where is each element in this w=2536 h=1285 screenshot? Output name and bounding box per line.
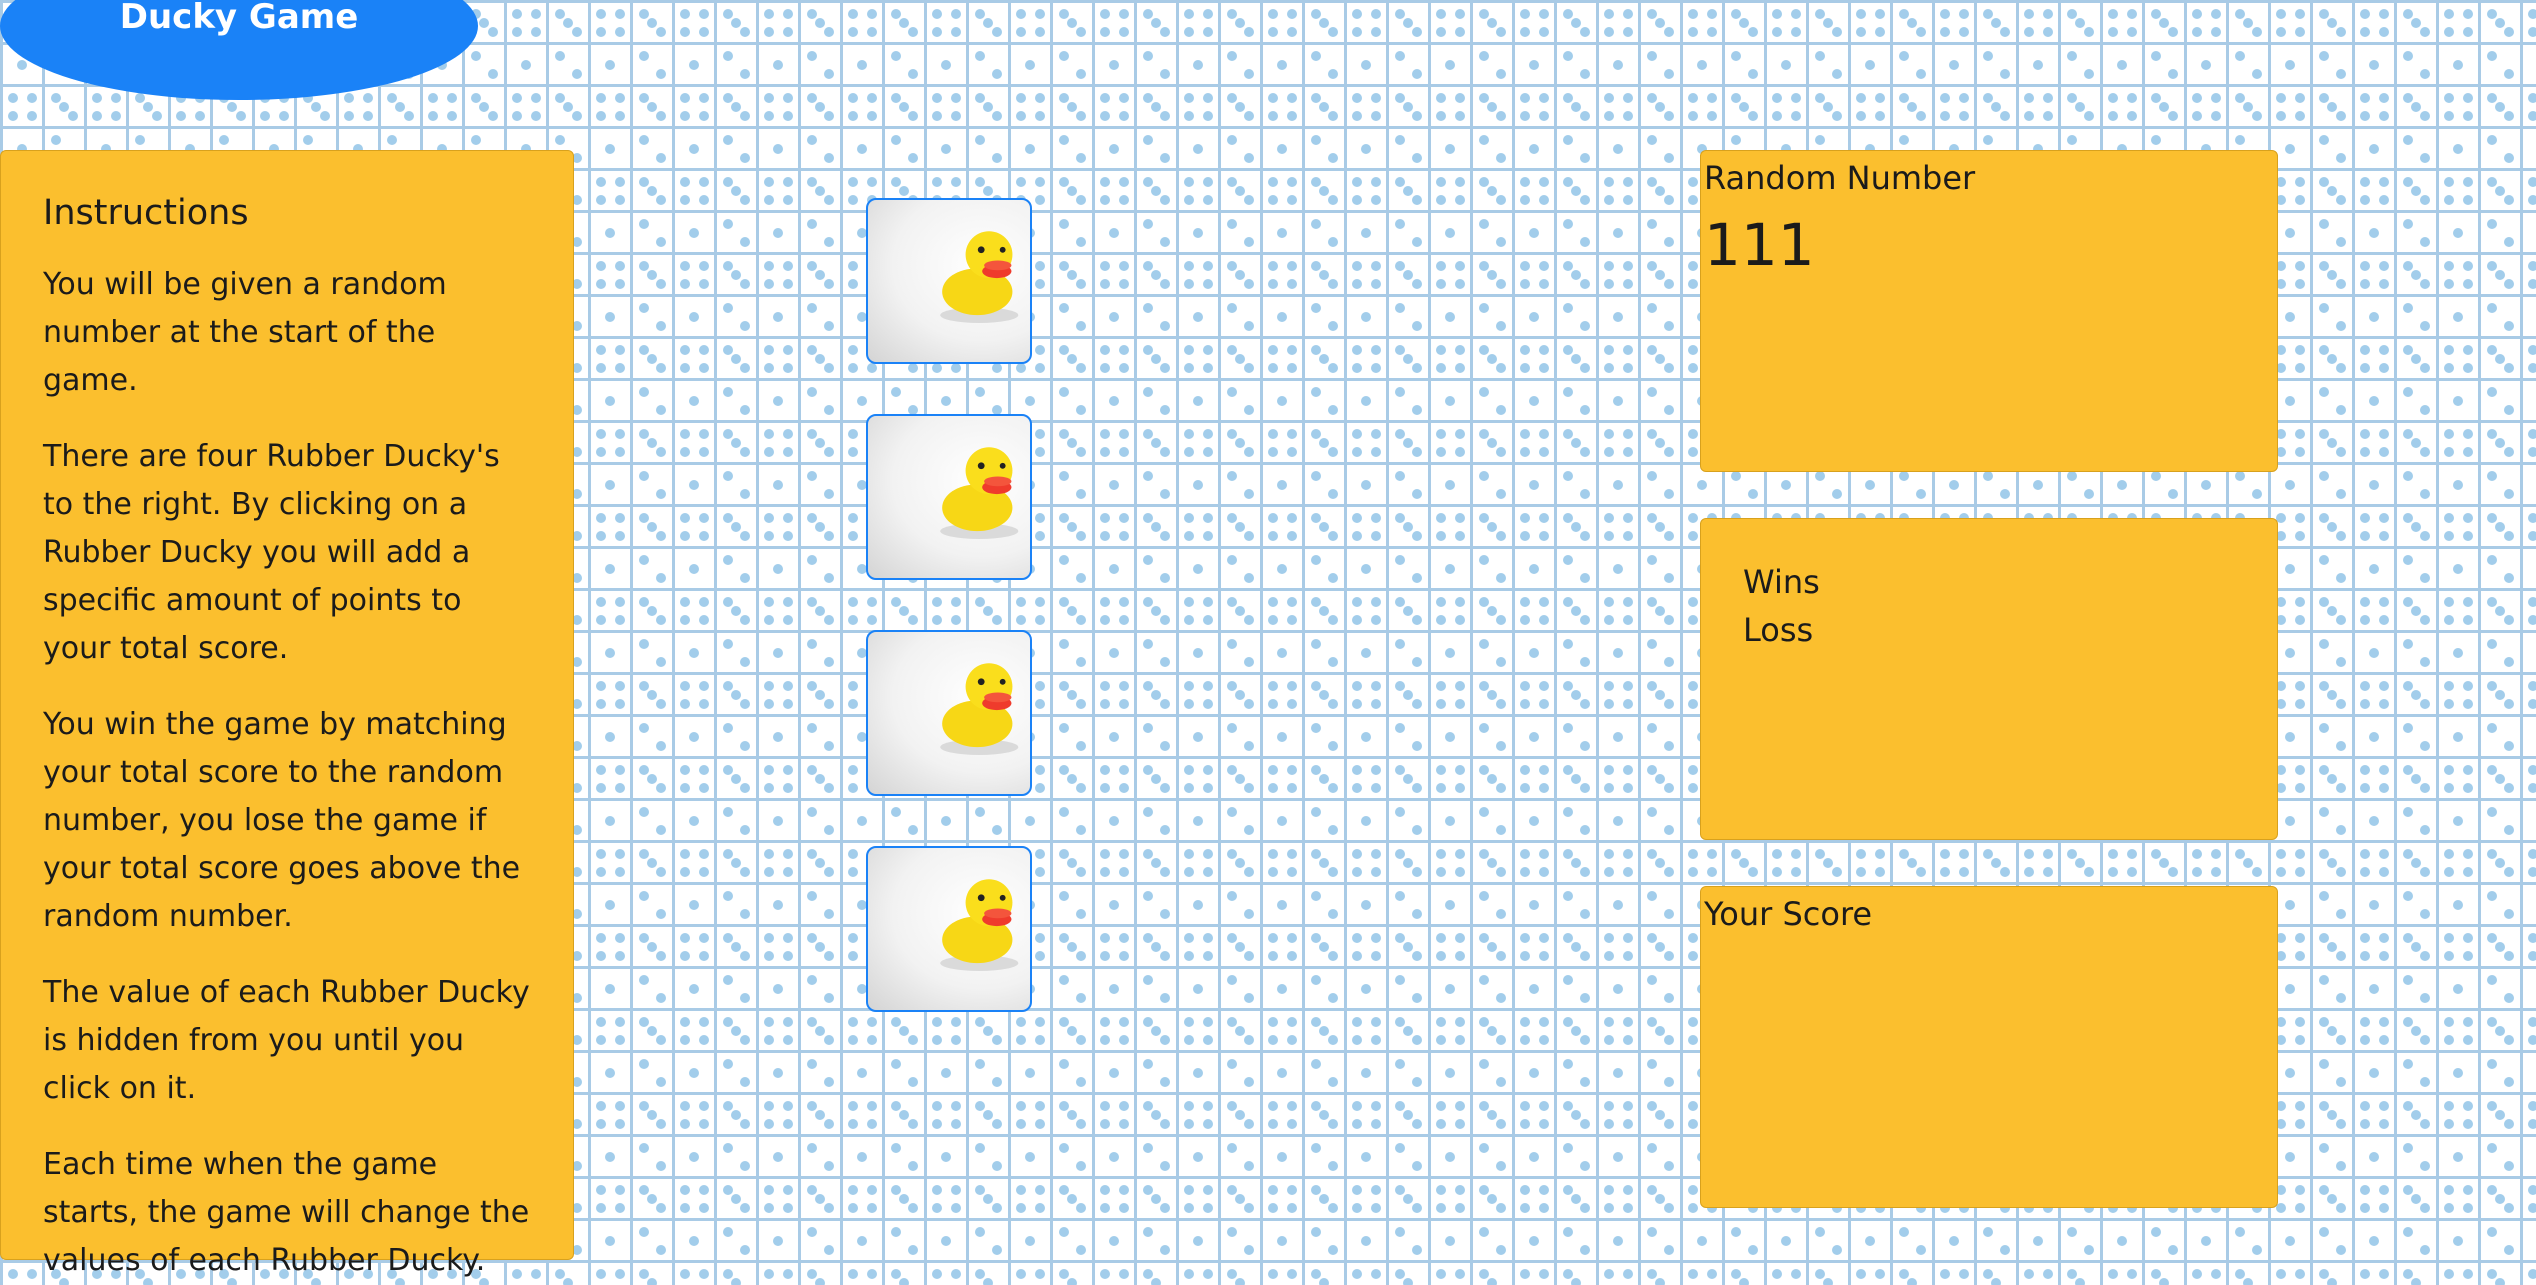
wins-loss-panel: Wins Loss bbox=[1700, 518, 2278, 840]
rubber-duck-icon bbox=[940, 879, 1019, 971]
rubber-duck-icon bbox=[940, 231, 1019, 323]
rubber-ducky-button-4[interactable] bbox=[866, 846, 1032, 1012]
instruction-paragraph: Each time when the game starts, the game… bbox=[43, 1147, 530, 1278]
wins-label: Wins bbox=[1743, 563, 1820, 601]
random-number-label: Random Number bbox=[1704, 159, 1976, 197]
loss-label: Loss bbox=[1743, 611, 1814, 649]
rubber-ducky-button-3[interactable] bbox=[866, 630, 1032, 796]
random-number-value: 111 bbox=[1704, 211, 1815, 279]
instruction-paragraph: You will be given a random number at the… bbox=[43, 267, 447, 398]
instructions-panel: Instructions You will be given a random … bbox=[0, 150, 574, 1278]
rubber-duck-icon bbox=[940, 447, 1019, 539]
brand-title: Ducky Game bbox=[119, 0, 359, 37]
instruction-paragraph: There are four Rubber Ducky's to the rig… bbox=[43, 439, 500, 666]
your-score-panel: Your Score bbox=[1700, 886, 2278, 1208]
rubber-ducky-button-2[interactable] bbox=[866, 414, 1032, 580]
rubber-ducky-button-1[interactable] bbox=[866, 198, 1032, 364]
instruction-paragraph: The value of each Rubber Ducky is hidden… bbox=[43, 975, 530, 1106]
instructions-heading: Instructions bbox=[43, 193, 249, 233]
random-number-panel: Random Number 111 bbox=[1700, 150, 2278, 472]
ducky-game-brand[interactable]: Ducky Game bbox=[0, 0, 478, 100]
your-score-label: Your Score bbox=[1704, 895, 1873, 933]
rubber-duck-icon bbox=[940, 663, 1019, 755]
instruction-paragraph: You win the game by matching your total … bbox=[43, 707, 521, 934]
